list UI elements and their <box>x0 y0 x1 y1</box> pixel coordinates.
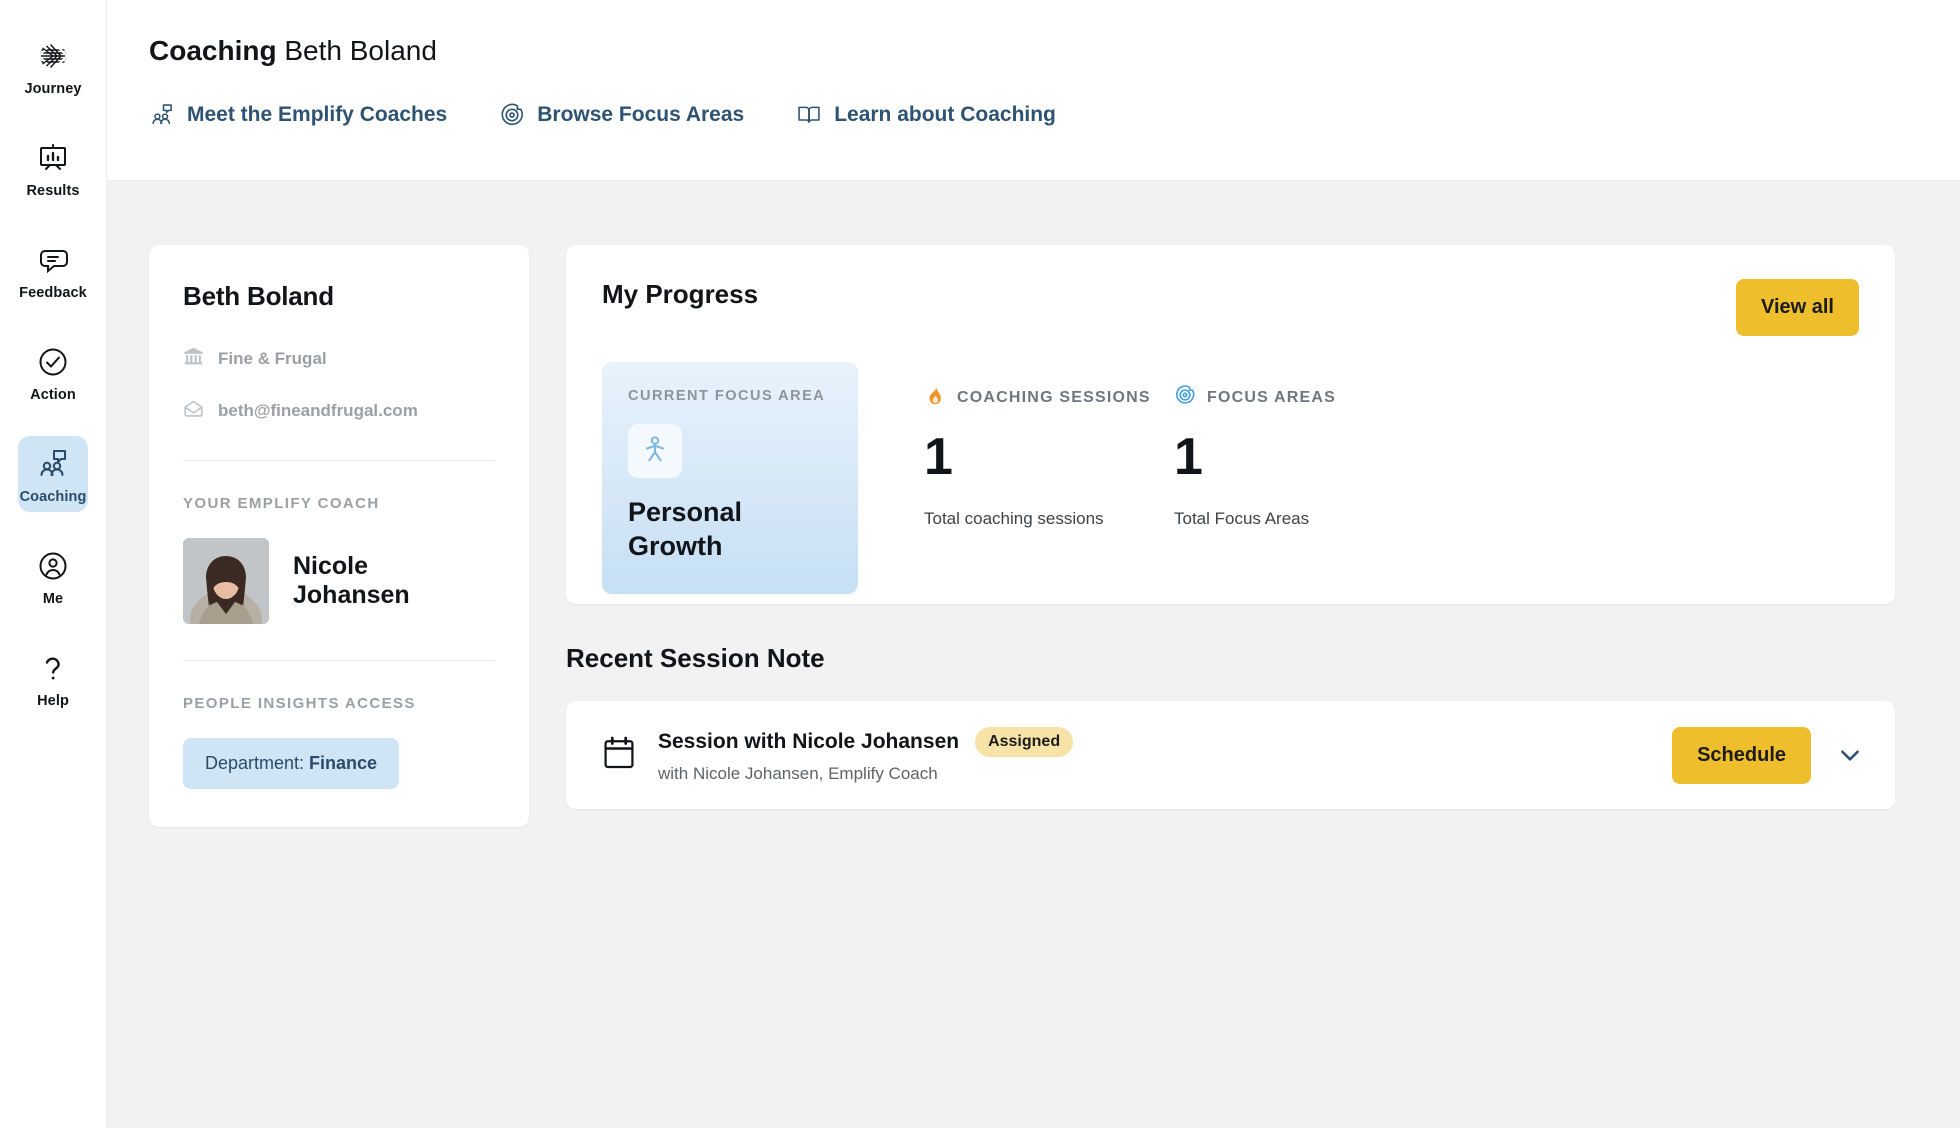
insights-chip-department[interactable]: Department: Finance <box>183 738 400 789</box>
recent-session-note-title: Recent Session Note <box>566 643 825 673</box>
coaching-icon <box>36 445 70 483</box>
profile-email: beth@fineandfrugal.com <box>218 401 418 420</box>
view-all-button[interactable]: View all <box>1735 279 1859 336</box>
stat-sublabel: Total Focus Areas <box>1174 509 1310 528</box>
target-icon <box>1174 384 1196 411</box>
profile-company-row: Fine & Frugal <box>183 346 495 372</box>
main-content: Beth Boland Fine & Frugal beth@fineandfr… <box>107 181 1960 1128</box>
sidebar-item-help[interactable]: Help <box>18 640 88 716</box>
person-growth-icon <box>640 434 670 469</box>
stat-header: COACHING SESSIONS <box>924 384 1174 411</box>
journey-icon <box>36 37 70 75</box>
sidebar-label: Results <box>26 183 80 199</box>
session-row: Session with Nicole Johansen Assigned wi… <box>566 701 1895 809</box>
page-header: Coaching Beth Boland Meet the Emplify Co… <box>107 0 1960 181</box>
coaching-people-icon <box>149 102 175 128</box>
stat-header: FOCUS AREAS <box>1174 384 1424 411</box>
nav-label: Browse Focus Areas <box>537 103 745 126</box>
my-progress-header: My Progress View all <box>602 279 1859 336</box>
action-icon <box>36 343 70 381</box>
avatar <box>183 538 269 624</box>
coach-row: Nicole Johansen <box>183 538 495 624</box>
stat-label: FOCUS AREAS <box>1207 388 1337 406</box>
sidebar-label: Feedback <box>19 285 87 301</box>
stat-sublabel: Total coaching sessions <box>924 509 1104 528</box>
sidebar-label: Journey <box>24 81 82 97</box>
profile-name: Beth Boland <box>183 281 334 311</box>
results-icon <box>36 139 70 177</box>
app-window: Journey Results Feedback Action Coaching… <box>0 0 1960 1128</box>
envelope-icon <box>183 398 204 424</box>
feedback-icon <box>36 241 70 279</box>
session-actions: Schedule <box>1672 726 1863 784</box>
nav-learn-about-coaching[interactable]: Learn about Coaching <box>796 102 1056 128</box>
focus-icon-container <box>628 424 682 478</box>
profile-card: Beth Boland Fine & Frugal beth@fineandfr… <box>149 245 529 827</box>
stat-value: 1 <box>924 428 953 486</box>
profile-email-row: beth@fineandfrugal.com <box>183 398 495 424</box>
nav-meet-the-emplify-coaches[interactable]: Meet the Emplify Coaches <box>149 102 447 128</box>
help-icon <box>36 649 70 687</box>
focus-area-name: Personal Growth <box>628 497 743 561</box>
schedule-button[interactable]: Schedule <box>1672 726 1811 784</box>
session-info: Session with Nicole Johansen Assigned wi… <box>600 726 1672 784</box>
nav-label: Learn about Coaching <box>834 103 1056 126</box>
sidebar-label: Action <box>30 387 76 403</box>
target-icon <box>499 102 525 128</box>
insights-chip-value: Finance <box>309 753 378 773</box>
focus-area-kicker: CURRENT FOCUS AREA <box>628 388 826 404</box>
session-text: Session with Nicole Johansen Assigned wi… <box>658 726 1074 784</box>
sidebar-item-results[interactable]: Results <box>18 130 88 206</box>
header-nav: Meet the Emplify Coaches Browse Focus Ar… <box>149 102 1056 128</box>
insights-section-label: PEOPLE INSIGHTS ACCESS <box>183 695 416 712</box>
stat-coaching-sessions: COACHING SESSIONS 1 Total coaching sessi… <box>924 384 1174 529</box>
profile-divider-1 <box>183 460 495 461</box>
profile-divider-2 <box>183 660 495 661</box>
chevron-down-icon[interactable] <box>1837 742 1863 768</box>
flame-icon <box>924 384 946 411</box>
coach-section-label: YOUR EMPLIFY COACH <box>183 495 380 512</box>
insights-chip-prefix: Department: <box>205 753 310 773</box>
sidebar-item-journey[interactable]: Journey <box>18 28 88 104</box>
profile-company: Fine & Frugal <box>218 349 327 368</box>
sidebar-item-coaching[interactable]: Coaching <box>18 436 88 512</box>
stat-focus-areas: FOCUS AREAS 1 Total Focus Areas <box>1174 384 1424 529</box>
nav-browse-focus-areas[interactable]: Browse Focus Areas <box>499 102 744 128</box>
coach-name: Nicole Johansen <box>293 551 410 610</box>
primary-sidebar: Journey Results Feedback Action Coaching… <box>0 0 107 1128</box>
stat-value: 1 <box>1174 428 1203 486</box>
status-badge: Assigned <box>975 726 1074 757</box>
sidebar-label: Help <box>37 693 69 709</box>
sidebar-label: Me <box>42 591 64 607</box>
bank-icon <box>183 346 204 372</box>
sidebar-item-me[interactable]: Me <box>18 538 88 614</box>
page-title: Coaching Beth Boland <box>149 35 437 67</box>
my-progress-body: CURRENT FOCUS AREA Personal Growth COACH… <box>602 362 1859 594</box>
progress-stats: COACHING SESSIONS 1 Total coaching sessi… <box>924 384 1424 529</box>
nav-label: Meet the Emplify Coaches <box>187 103 448 126</box>
open-book-icon <box>796 102 822 128</box>
calendar-icon <box>600 734 638 777</box>
session-title-row: Session with Nicole Johansen Assigned <box>658 726 1074 757</box>
page-title-bold: Coaching <box>149 35 277 66</box>
current-focus-area-tile[interactable]: CURRENT FOCUS AREA Personal Growth <box>602 362 858 594</box>
my-progress-card: My Progress View all CURRENT FOCUS AREA <box>566 245 1895 604</box>
session-title: Session with Nicole Johansen <box>658 729 960 753</box>
sidebar-label: Coaching <box>19 489 87 505</box>
me-icon <box>36 547 70 585</box>
sidebar-item-feedback[interactable]: Feedback <box>18 232 88 308</box>
my-progress-title: My Progress <box>602 279 759 309</box>
page-title-rest: Beth Boland <box>276 35 437 66</box>
stat-label: COACHING SESSIONS <box>957 388 1151 406</box>
sidebar-item-action[interactable]: Action <box>18 334 88 410</box>
session-subtitle: with Nicole Johansen, Emplify Coach <box>658 763 938 783</box>
